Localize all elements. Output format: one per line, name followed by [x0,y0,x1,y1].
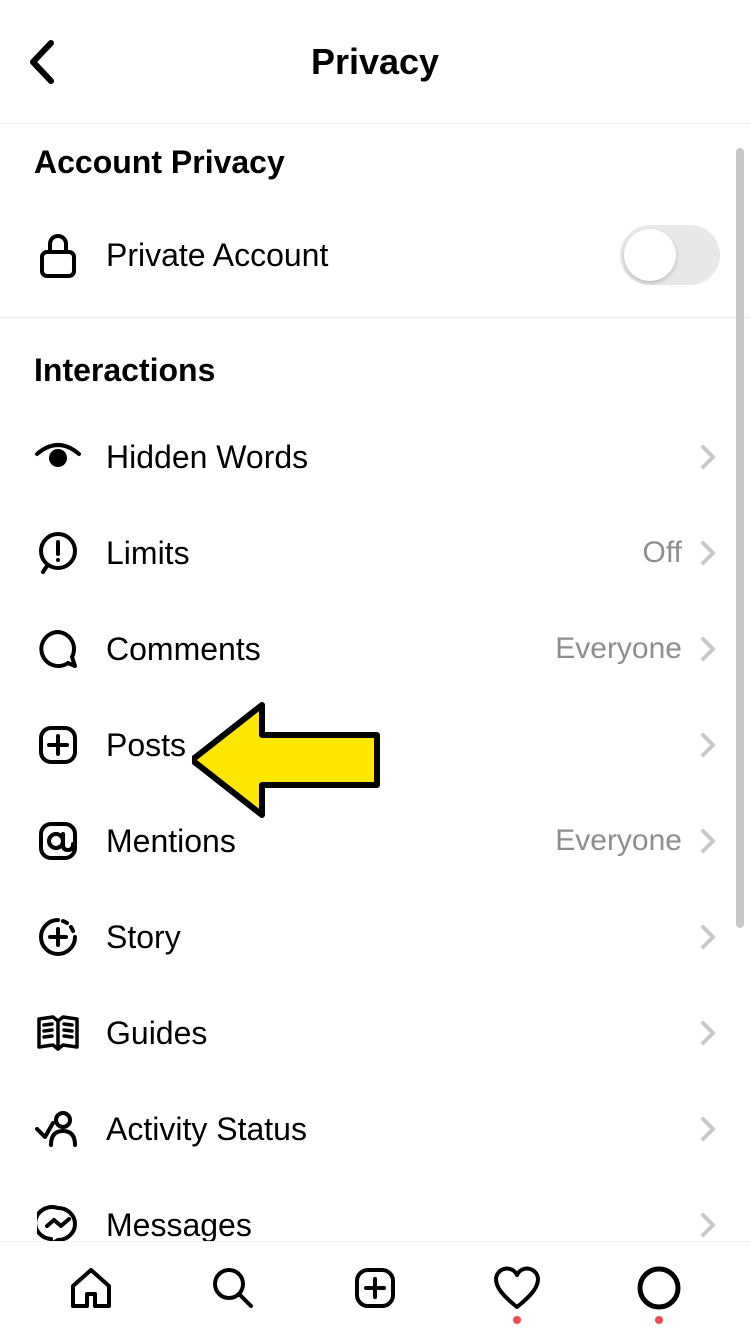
row-label: Comments [106,631,555,668]
private-account-row[interactable]: Private Account [0,201,750,309]
guides-row[interactable]: Guides [0,985,750,1081]
limits-icon [34,529,82,577]
plus-square-icon [351,1264,399,1312]
row-label: Posts [106,727,682,764]
row-value: Off [643,536,682,570]
row-value: Everyone [555,824,682,858]
hidden-words-icon [34,433,82,481]
chevron-right-icon [696,925,720,949]
header: Privacy [0,0,750,124]
profile-circle-icon [635,1264,683,1312]
comments-row[interactable]: Comments Everyone [0,601,750,697]
scroll-indicator [736,148,744,928]
tab-bar [0,1241,750,1334]
private-account-toggle[interactable] [620,225,720,285]
row-label: Mentions [106,823,555,860]
posts-row[interactable]: Posts [0,697,750,793]
comment-icon [34,625,82,673]
row-label: Activity Status [106,1111,682,1148]
chevron-right-icon [696,445,720,469]
tab-profile[interactable] [629,1258,689,1318]
mentions-row[interactable]: Mentions Everyone [0,793,750,889]
chevron-right-icon [696,733,720,757]
limits-row[interactable]: Limits Off [0,505,750,601]
chevron-right-icon [696,541,720,565]
notification-dot [513,1316,521,1324]
posts-icon [34,721,82,769]
mentions-icon [34,817,82,865]
guides-icon [34,1009,82,1057]
home-icon [67,1264,115,1312]
settings-scroll[interactable]: Account Privacy Private Account Interact… [0,124,750,1240]
heart-icon [492,1265,542,1311]
tab-create[interactable] [345,1258,405,1318]
row-label: Story [106,919,682,956]
chevron-right-icon [696,637,720,661]
tab-activity[interactable] [487,1258,547,1318]
row-label: Limits [106,535,643,572]
row-label: Messages [106,1207,682,1241]
row-label: Hidden Words [106,439,682,476]
back-button[interactable] [12,32,72,92]
story-row[interactable]: Story [0,889,750,985]
story-icon [34,913,82,961]
search-icon [209,1264,257,1312]
chevron-right-icon [696,1021,720,1045]
private-account-label: Private Account [106,237,620,274]
toggle-knob [624,229,676,281]
chevron-right-icon [696,829,720,853]
chevron-right-icon [696,1117,720,1141]
notification-dot [655,1316,663,1324]
activity-status-row[interactable]: Activity Status [0,1081,750,1177]
hidden-words-row[interactable]: Hidden Words [0,409,750,505]
messenger-icon [34,1201,82,1240]
row-label: Guides [106,1015,682,1052]
section-header-interactions: Interactions [0,318,750,409]
row-value: Everyone [555,632,682,666]
messages-row[interactable]: Messages [0,1177,750,1240]
lock-icon [34,231,82,279]
activity-status-icon [34,1105,82,1153]
page-title: Privacy [311,41,439,83]
section-header-account-privacy: Account Privacy [0,124,750,201]
chevron-right-icon [696,1213,720,1237]
tab-home[interactable] [61,1258,121,1318]
chevron-left-icon [27,39,57,85]
tab-search[interactable] [203,1258,263,1318]
